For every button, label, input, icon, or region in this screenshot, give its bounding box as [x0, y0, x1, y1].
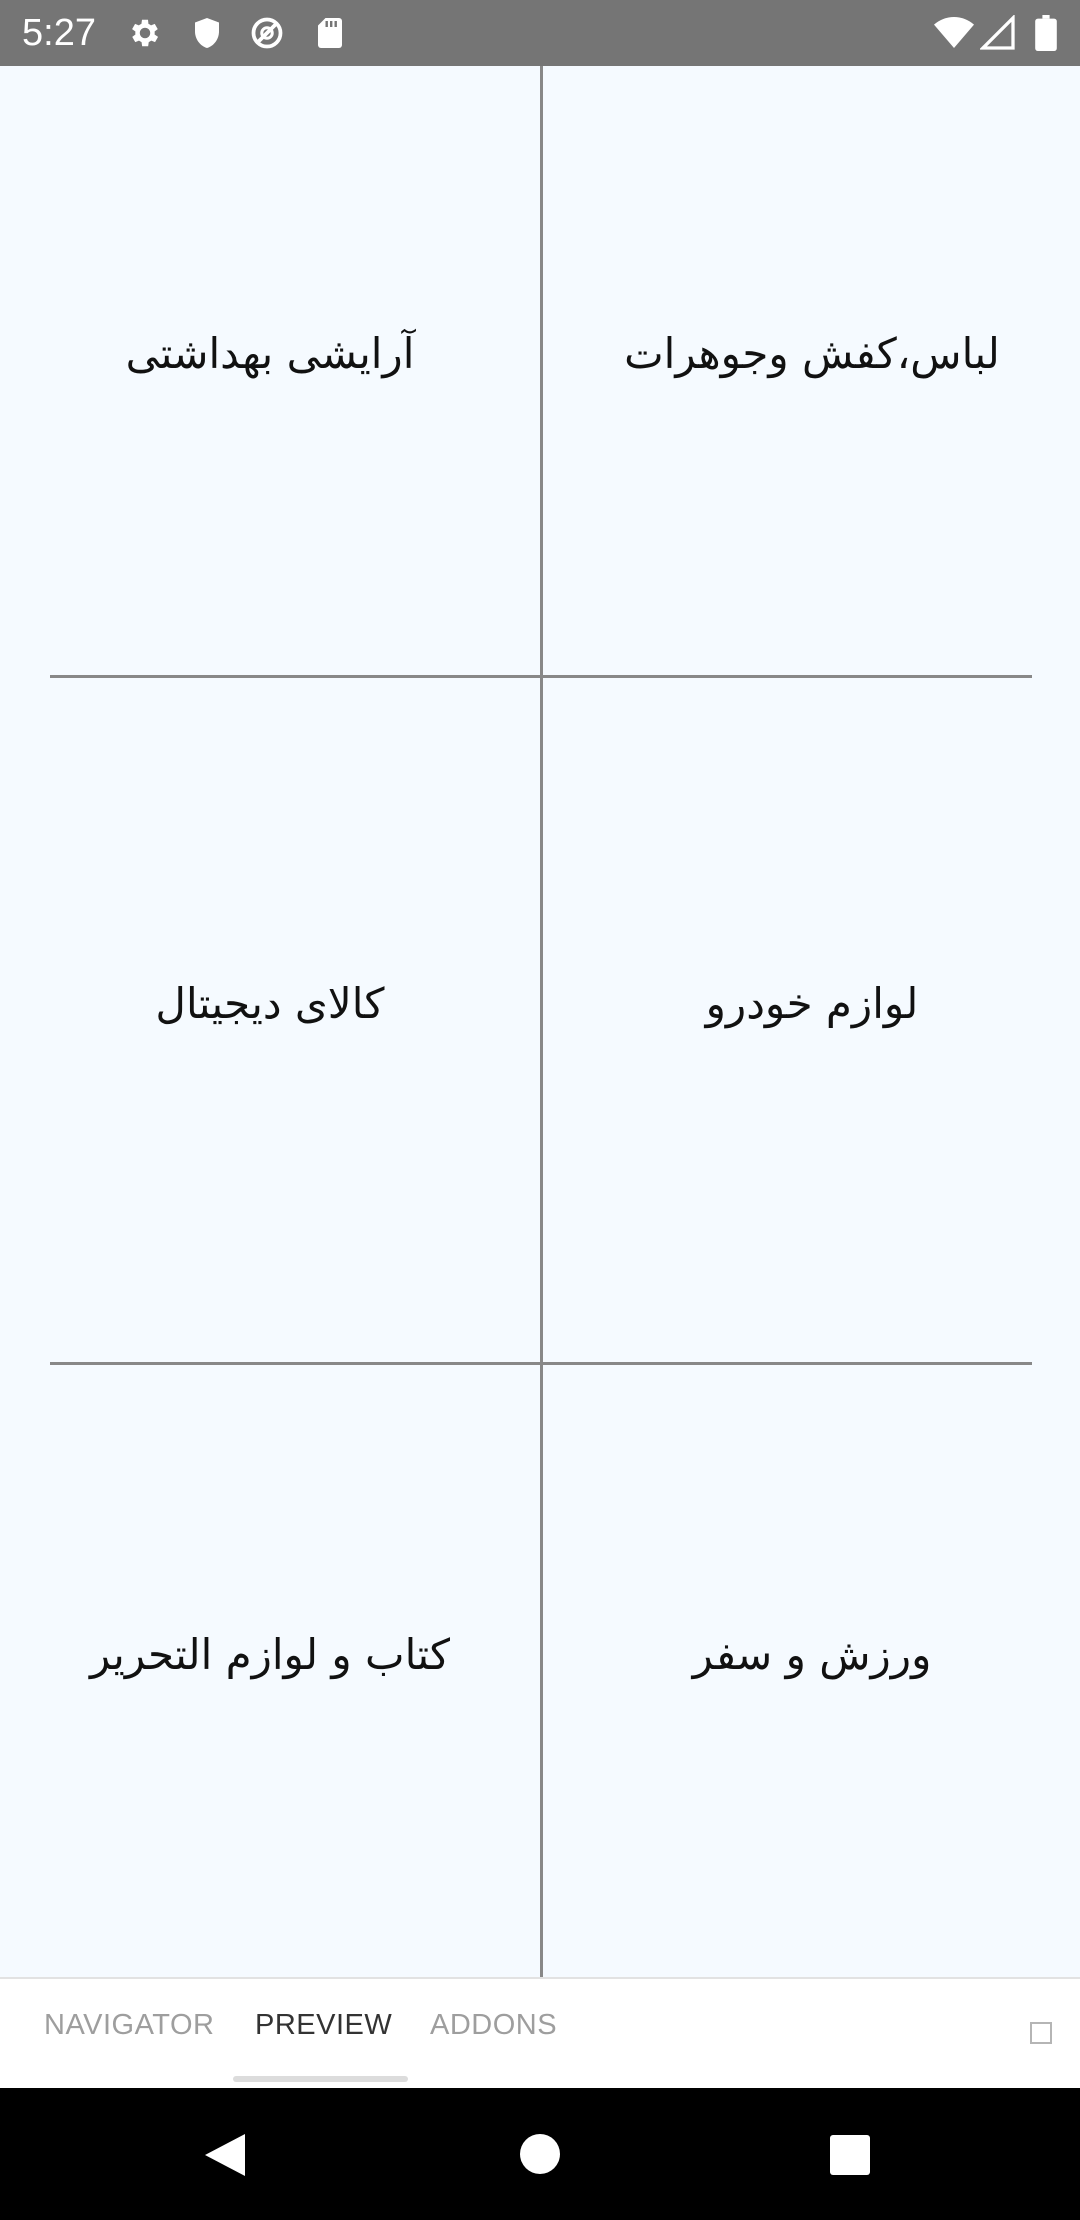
active-tab-indicator: [233, 2076, 408, 2082]
category-label: لباس،کفش وجوهرات: [624, 329, 1000, 378]
recents-icon[interactable]: [829, 2134, 871, 2180]
sd-card-icon: [312, 15, 348, 51]
status-bar: 5:27: [0, 0, 1080, 66]
at-sign-icon: [249, 15, 285, 51]
square-icon[interactable]: [1030, 2022, 1052, 2044]
bottom-tab-bar: NAVIGATOR PREVIEW ADDONS: [0, 1977, 1080, 2090]
status-time: 5:27: [22, 12, 96, 54]
signal-icon: [979, 14, 1016, 51]
category-label: کالای دیجیتال: [155, 978, 385, 1028]
battery-icon: [1034, 15, 1058, 52]
category-label: ورزش و سفر: [692, 1629, 932, 1679]
category-car-accessories[interactable]: لوازم خودرو: [542, 678, 1080, 1362]
category-books-stationery[interactable]: کتاب و لوازم التحریر: [0, 1365, 540, 1977]
back-icon[interactable]: [203, 2132, 247, 2182]
category-sports-travel[interactable]: ورزش و سفر: [542, 1365, 1080, 1977]
tab-preview[interactable]: PREVIEW: [255, 2009, 392, 2042]
system-nav-bar: [0, 2088, 1080, 2220]
home-icon[interactable]: [519, 2133, 561, 2179]
tab-navigator[interactable]: NAVIGATOR: [44, 2009, 214, 2042]
category-label: آرایشی بهداشتی: [125, 329, 415, 378]
wifi-icon: [934, 15, 974, 51]
category-label: لوازم خودرو: [705, 978, 919, 1028]
gear-icon: [127, 15, 163, 51]
shield-icon: [189, 15, 225, 51]
category-clothing-shoes-jewelry[interactable]: لباس،کفش وجوهرات: [542, 66, 1080, 675]
category-label: کتاب و لوازم التحریر: [89, 1629, 451, 1679]
category-digital-goods[interactable]: کالای دیجیتال: [0, 678, 540, 1362]
category-cosmetics-hygiene[interactable]: آرایشی بهداشتی: [0, 66, 540, 675]
category-grid: لباس،کفش وجوهرات آرایشی بهداشتی لوازم خو…: [0, 66, 1080, 1977]
tab-addons[interactable]: ADDONS: [430, 2009, 557, 2042]
